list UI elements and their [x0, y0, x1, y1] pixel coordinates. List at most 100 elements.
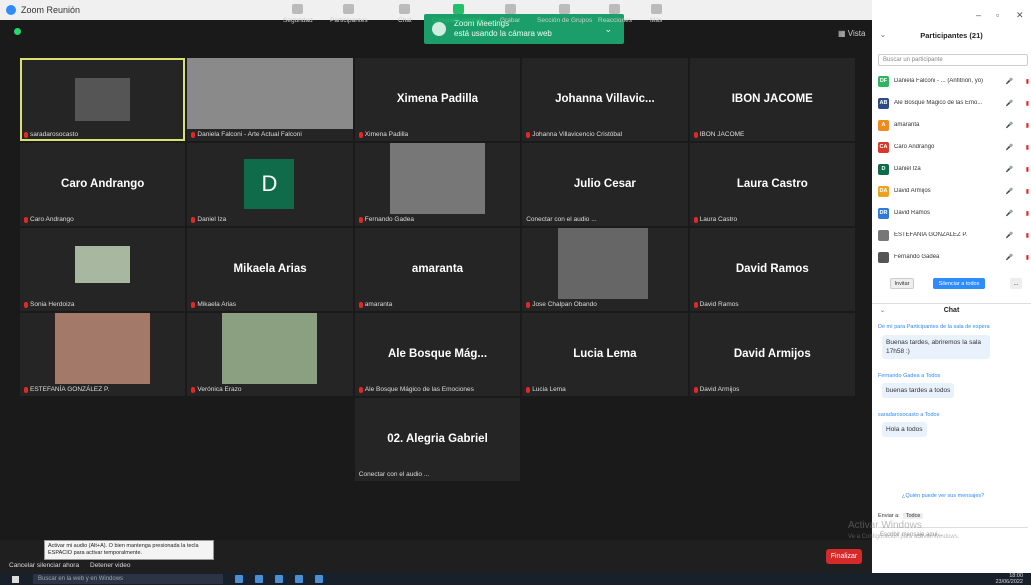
chat-button[interactable]: Chat — [398, 4, 412, 24]
video-tile[interactable]: Ale Bosque Mág... Ale Bosque Mágico de la… — [354, 313, 521, 396]
video-tile[interactable]: Caro Andrango Caro Andrango — [20, 143, 186, 226]
send-to-value[interactable]: Todos — [902, 513, 924, 519]
reactions-button[interactable]: Reacciones — [598, 4, 632, 24]
who-can-see-link[interactable]: ¿Quién puede ver sus mensajes? — [902, 493, 984, 499]
participant-video — [75, 246, 130, 283]
video-tile[interactable]: Laura Castro Laura Castro — [689, 143, 855, 226]
tile-label: Jose Chalpan Obando — [526, 301, 597, 308]
windows-watermark: Activar Windows — [848, 520, 922, 531]
camera-off-icon[interactable]: ▮ — [1015, 210, 1029, 217]
muted-mic-icon — [191, 301, 196, 308]
participant-row[interactable]: DF Daniela Falconi - ... (Anfitrión, yo) 🎤… — [878, 72, 1031, 90]
avatar: DF — [878, 75, 889, 87]
tile-label-text: Daniela Falconi - Arte Actual Falconi — [197, 131, 302, 138]
chevron-down-icon[interactable]: ⌄ — [880, 31, 886, 39]
video-tile[interactable]: Jose Chalpan Obando — [522, 228, 688, 311]
mute-all-button[interactable]: Silenciar a todos — [933, 278, 985, 289]
participants-button[interactable]: Participantes — [330, 4, 368, 24]
camera-off-icon[interactable]: ▮ — [1015, 166, 1029, 173]
participant-row[interactable]: Aamaranta 🎤 ▮ — [878, 116, 1031, 134]
store-icon[interactable] — [295, 575, 303, 583]
camera-off-icon[interactable]: ▮ — [1015, 100, 1029, 107]
tile-name: Caro Andrango — [61, 177, 145, 190]
chat-input[interactable]: Escribir mensaje aquí... — [878, 527, 1028, 567]
video-tile[interactable]: Mikaela Arias Mikaela Arias — [187, 228, 353, 311]
file-explorer-icon[interactable] — [255, 575, 263, 583]
reactions-label: Reacciones — [598, 17, 632, 24]
video-tile[interactable]: Verónica Erazo — [187, 313, 353, 396]
participant-search-input[interactable]: Buscar un participante — [878, 54, 1028, 66]
participant-row[interactable]: D Daniel Iza 🎤 ▮ — [878, 160, 1031, 178]
minimize-icon[interactable]: – — [976, 10, 981, 20]
view-button[interactable]: ▦ Vista — [838, 29, 865, 38]
video-tile[interactable]: David Armijos David Armijos — [689, 313, 855, 396]
video-tile[interactable]: IBON JACOME IBON JACOME — [689, 58, 855, 141]
video-tile[interactable]: Ximena Padilla Ximena Padilla — [354, 58, 521, 141]
participant-video — [222, 313, 318, 384]
encryption-shield-icon[interactable] — [14, 28, 21, 35]
chevron-down-icon[interactable]: ⌄ — [880, 307, 885, 314]
send-to-selector[interactable]: Enviar a: Todos — [878, 513, 924, 519]
video-tile[interactable]: saradarosocasto — [20, 58, 186, 141]
participant-row[interactable]: ESTEFANÍA GONZÁLEZ P. 🎤 ▮ — [878, 226, 1031, 244]
tile-label-text: Laura Castro — [699, 216, 738, 223]
muted-mic-icon[interactable]: 🎤 — [999, 78, 1013, 85]
muted-mic-icon[interactable]: 🎤 — [999, 122, 1013, 129]
video-tile[interactable]: 02. Alegria Gabriel Conectar con el audio… — [354, 398, 521, 481]
restore-icon[interactable]: ▫ — [996, 10, 999, 20]
participant-name: Daniela Falconi - ... (Anfitrión, yo) — [894, 78, 984, 84]
video-tile[interactable]: David Ramos David Ramos — [689, 228, 855, 311]
muted-mic-icon[interactable]: 🎤 — [999, 210, 1013, 217]
participant-row[interactable]: AB Ale Bosque Mágico de las Emo... 🎤 ▮ — [878, 94, 1031, 112]
cancel-unmute-button[interactable]: Cancelar silenciar ahora — [9, 562, 79, 569]
tile-label: IBON JACOME — [693, 131, 744, 138]
participant-row[interactable]: DA David Armijos 🎤 ▮ — [878, 182, 1031, 200]
video-tile[interactable]: Julio Cesar Conectar con el audio ... — [522, 143, 688, 226]
tile-label: Ale Bosque Mágico de las Emociones — [358, 386, 474, 393]
participants-more-button[interactable]: ... — [1010, 278, 1022, 289]
participant-row[interactable]: DR David Ramos 🎤 ▮ — [878, 204, 1031, 222]
zoom-taskbar-icon[interactable] — [315, 575, 323, 583]
camera-off-icon[interactable]: ▮ — [1015, 144, 1029, 151]
breakout-rooms-button[interactable]: Sección de Grupos — [537, 4, 592, 24]
muted-mic-icon[interactable]: 🎤 — [999, 144, 1013, 151]
camera-off-icon[interactable]: ▮ — [1015, 254, 1029, 261]
muted-mic-icon[interactable]: 🎤 — [999, 232, 1013, 239]
close-icon[interactable]: ✕ — [1016, 10, 1024, 21]
participant-video — [75, 78, 130, 121]
chevron-down-icon[interactable]: ⌄ — [604, 24, 612, 35]
muted-mic-icon[interactable]: 🎤 — [999, 254, 1013, 261]
participant-row[interactable]: CA Caro Andrango 🎤 ▮ — [878, 138, 1031, 156]
video-tile[interactable]: Lucia Lema Lucia Lema — [522, 313, 688, 396]
task-view-icon[interactable] — [235, 575, 243, 583]
browser-icon[interactable] — [275, 575, 283, 583]
camera-off-icon[interactable]: ▮ — [1015, 188, 1029, 195]
video-tile[interactable]: amaranta amaranta — [354, 228, 521, 311]
video-tile[interactable]: Sonia Herdoiza — [20, 228, 186, 311]
camera-off-icon[interactable]: ▮ — [1015, 78, 1029, 85]
video-tile[interactable]: ESTEFANÍA GONZÁLEZ P. — [20, 313, 186, 396]
video-tile — [20, 398, 186, 481]
more-button[interactable]: Más — [650, 4, 662, 24]
video-tile[interactable]: Johanna Villavic... Johanna Villavicencio… — [522, 58, 688, 141]
video-tile[interactable]: Daniela Falconi - Arte Actual Falconi — [187, 58, 353, 141]
tile-label-text: Ximena Padilla — [364, 131, 409, 138]
invite-button[interactable]: Invitar — [890, 278, 914, 289]
record-button[interactable]: Grabar — [500, 4, 520, 24]
share-screen-button[interactable]: Compartir pantalla — [432, 4, 485, 24]
windows-start-icon[interactable] — [12, 575, 19, 583]
video-tile[interactable]: D Daniel Iza — [187, 143, 353, 226]
muted-mic-icon[interactable]: 🎤 — [999, 100, 1013, 107]
camera-off-icon[interactable]: ▮ — [1015, 122, 1029, 129]
participant-row[interactable]: Fernando Gadea 🎤 ▮ — [878, 248, 1031, 266]
zoom-logo-icon — [6, 5, 16, 15]
muted-mic-icon[interactable]: 🎤 — [999, 166, 1013, 173]
camera-off-icon[interactable]: ▮ — [1015, 232, 1029, 239]
video-tile[interactable]: Fernando Gadea — [354, 143, 521, 226]
security-button[interactable]: Seguridad — [283, 4, 313, 24]
muted-mic-icon[interactable]: 🎤 — [999, 188, 1013, 195]
taskbar-search[interactable]: Buscar en la web y en Windows — [33, 574, 223, 584]
tile-name: amaranta — [411, 262, 464, 275]
end-meeting-button[interactable]: Finalizar — [826, 549, 862, 564]
stop-video-button[interactable]: Detener video — [90, 562, 130, 569]
